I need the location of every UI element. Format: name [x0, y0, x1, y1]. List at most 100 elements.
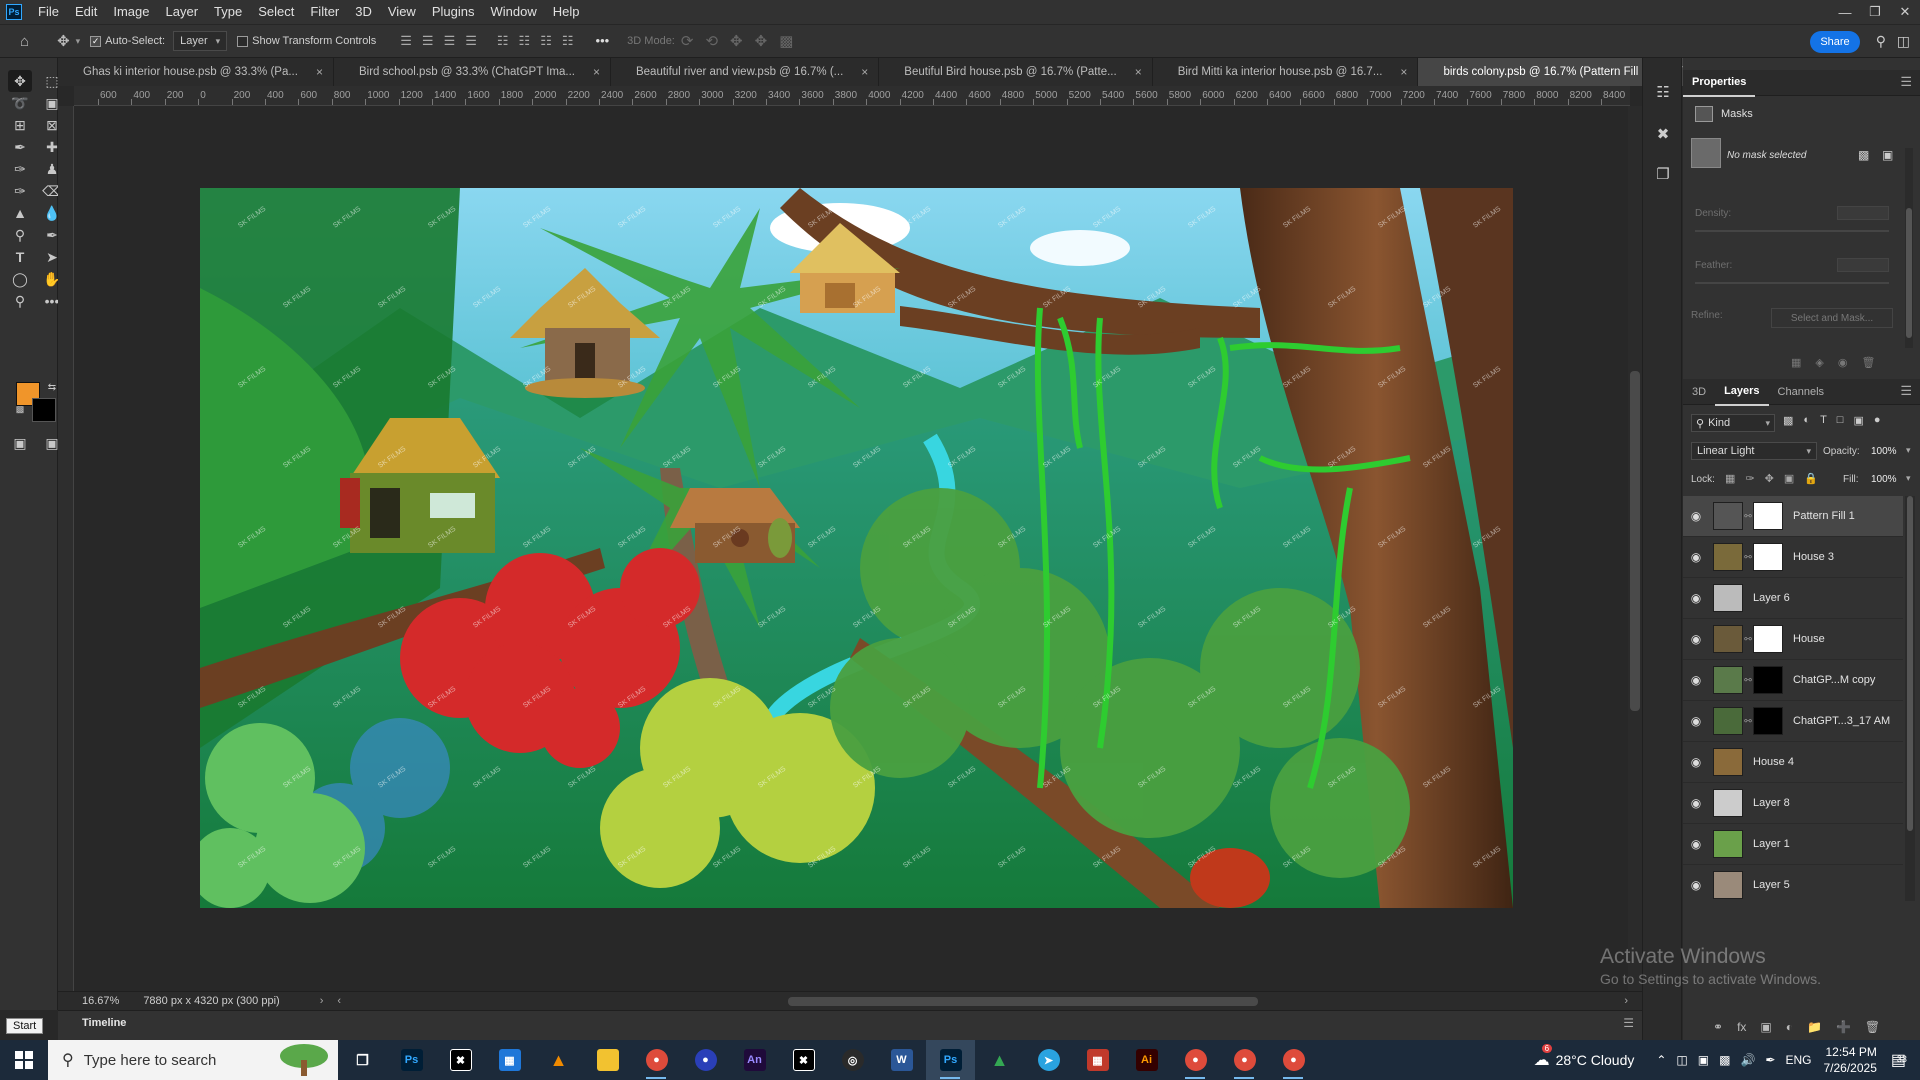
notifications-icon[interactable]: ▤ 33: [1891, 1050, 1907, 1070]
move-tool-icon[interactable]: ✥: [57, 32, 70, 50]
align-top-icon[interactable]: ☷: [497, 33, 509, 49]
menu-image[interactable]: Image: [105, 0, 157, 24]
chevron-down-icon[interactable]: ▾: [1906, 445, 1911, 456]
visibility-eye-icon[interactable]: ◉: [1683, 550, 1709, 564]
taskbar-capcut[interactable]: ✖: [436, 1040, 485, 1080]
align-right-icon[interactable]: ☰: [444, 33, 456, 49]
taskbar-capcut-2[interactable]: ✖: [779, 1040, 828, 1080]
menu-plugins[interactable]: Plugins: [424, 0, 483, 24]
layer-thumbnail[interactable]: [1713, 543, 1743, 571]
lock-all-icon[interactable]: 🔒: [1804, 472, 1818, 485]
taskbar-photoshop-2[interactable]: Ps: [926, 1040, 975, 1080]
ellipse-tool-icon[interactable]: ◯: [8, 268, 32, 290]
brush-tool-icon[interactable]: ✑: [8, 158, 32, 180]
lock-artboard-icon[interactable]: ▣: [1784, 472, 1794, 485]
3d-slide-icon[interactable]: ✥: [755, 32, 768, 50]
close-tab-icon[interactable]: ×: [1400, 65, 1407, 79]
layer-row[interactable]: ◉ ⚯ ChatGP...M copy: [1683, 660, 1903, 701]
taskbar-app-grid[interactable]: ▦: [1073, 1040, 1122, 1080]
home-icon[interactable]: ⌂: [20, 33, 29, 50]
timeline-menu-icon[interactable]: ☰: [1623, 1016, 1634, 1030]
timeline-label[interactable]: Timeline: [82, 1017, 126, 1029]
mask-link-icon[interactable]: ⚯: [1743, 511, 1753, 522]
scroll-left-icon[interactable]: ‹: [337, 995, 341, 1007]
lasso-tool-icon[interactable]: ➰: [8, 92, 32, 114]
taskbar-illustrator[interactable]: Ai: [1122, 1040, 1171, 1080]
taskbar-davinci[interactable]: ◎: [828, 1040, 877, 1080]
tray-overflow-icon[interactable]: ⌃: [1656, 1053, 1666, 1067]
restore-icon[interactable]: ❐: [1860, 0, 1890, 24]
taskbar-store[interactable]: ▦: [485, 1040, 534, 1080]
tab-properties[interactable]: Properties: [1683, 69, 1756, 97]
document-tab[interactable]: Bird school.psb @ 33.3% (ChatGPT Ima... ×: [333, 58, 611, 86]
layer-row[interactable]: ◉ ⚯ ChatGPT...3_17 AM: [1683, 701, 1903, 742]
filter-toggle-icon[interactable]: ●: [1874, 414, 1881, 427]
tab-3d[interactable]: 3D: [1683, 379, 1715, 405]
taskbar-photoshop-1[interactable]: Ps: [387, 1040, 436, 1080]
taskbar-word[interactable]: W: [877, 1040, 926, 1080]
tab-layers[interactable]: Layers: [1715, 378, 1769, 406]
weather-text[interactable]: 28°C Cloudy: [1556, 1052, 1635, 1068]
visibility-eye-icon[interactable]: ◉: [1683, 837, 1709, 851]
start-button[interactable]: [0, 1040, 48, 1080]
distribute-h-icon[interactable]: ☰: [465, 33, 477, 49]
layer-thumbnail[interactable]: [1713, 625, 1743, 653]
properties-menu-icon[interactable]: ☰: [1900, 74, 1912, 90]
dodge-tool-icon[interactable]: ⚲: [8, 224, 32, 246]
filter-type-icon[interactable]: T: [1820, 414, 1827, 427]
layer-row[interactable]: ◉ House 4: [1683, 742, 1903, 783]
document-tab[interactable]: Bird Mitti ka interior house.psb @ 16.7.…: [1152, 58, 1419, 86]
battery-icon[interactable]: ▣: [1698, 1053, 1709, 1067]
menu-select[interactable]: Select: [250, 0, 302, 24]
show-transform-toggle[interactable]: Show Transform Controls: [237, 35, 376, 47]
visibility-eye-icon[interactable]: ◉: [1683, 755, 1709, 769]
layers-scroll-thumb[interactable]: [1907, 496, 1913, 831]
layer-row[interactable]: ◉ Layer 8: [1683, 783, 1903, 824]
move-tool-icon[interactable]: ✥: [8, 70, 32, 92]
mask-link-icon[interactable]: ⚯: [1743, 634, 1753, 645]
taskbar-chrome-3[interactable]: ●: [1220, 1040, 1269, 1080]
taskbar-telegram[interactable]: ➤: [1024, 1040, 1073, 1080]
status-expand-icon[interactable]: ›: [320, 995, 324, 1007]
close-tab-icon[interactable]: ×: [316, 65, 323, 79]
menu-help[interactable]: Help: [545, 0, 588, 24]
layer-thumbnail[interactable]: [1713, 707, 1743, 735]
add-mask-icon[interactable]: ▣: [1760, 1020, 1771, 1034]
taskbar-chrome-1[interactable]: ●: [632, 1040, 681, 1080]
auto-select-toggle[interactable]: ✓ Auto-Select:: [90, 35, 165, 47]
tab-channels[interactable]: Channels: [1769, 379, 1833, 405]
quick-mask-icon[interactable]: ▣: [8, 432, 32, 454]
fill-value[interactable]: 100%: [1871, 474, 1897, 485]
visibility-eye-icon[interactable]: ◉: [1683, 591, 1709, 605]
layer-row[interactable]: ◉ Layer 1: [1683, 824, 1903, 865]
menu-layer[interactable]: Layer: [158, 0, 207, 24]
close-tab-icon[interactable]: ×: [1135, 65, 1142, 79]
menu-file[interactable]: File: [30, 0, 67, 24]
taskbar-file-explorer[interactable]: [583, 1040, 632, 1080]
taskbar-chrome-2[interactable]: ●: [1171, 1040, 1220, 1080]
document-tab[interactable]: Beutiful Bird house.psb @ 16.7% (Patte..…: [879, 58, 1153, 86]
eyedropper-tool-icon[interactable]: ✒: [8, 136, 32, 158]
volume-icon[interactable]: 🔊: [1740, 1053, 1755, 1067]
vertical-scroll-thumb[interactable]: [1630, 371, 1640, 711]
taskbar-google-drive[interactable]: ▲: [975, 1040, 1024, 1080]
mask-link-icon[interactable]: ⚯: [1743, 716, 1753, 727]
auto-select-target-dropdown[interactable]: Layer ▾: [173, 31, 228, 51]
properties-scrollbar[interactable]: [1905, 148, 1913, 348]
3d-roll-icon[interactable]: ⟲: [705, 32, 718, 50]
display-icon[interactable]: ▩: [1719, 1053, 1730, 1067]
chevron-down-icon[interactable]: ▾: [1906, 473, 1911, 484]
lock-position-icon[interactable]: ✥: [1765, 472, 1774, 485]
layer-row[interactable]: ◉ ⚯ House: [1683, 619, 1903, 660]
close-icon[interactable]: ✕: [1890, 0, 1920, 24]
horizontal-scroll-thumb[interactable]: [788, 997, 1258, 1006]
align-bottom-icon[interactable]: ☷: [540, 33, 552, 49]
history-icon[interactable]: ❐: [1653, 164, 1673, 184]
3d-pan-icon[interactable]: ✥: [730, 32, 743, 50]
visibility-eye-icon[interactable]: ◉: [1683, 673, 1709, 687]
paint-bucket-tool-icon[interactable]: ▲: [8, 202, 32, 224]
layer-mask-thumbnail[interactable]: [1753, 543, 1783, 571]
layer-thumbnail[interactable]: [1713, 748, 1743, 776]
clock[interactable]: 12:54 PM 7/26/2025: [1823, 1044, 1876, 1076]
add-vector-mask-icon[interactable]: ▣: [1882, 148, 1893, 162]
